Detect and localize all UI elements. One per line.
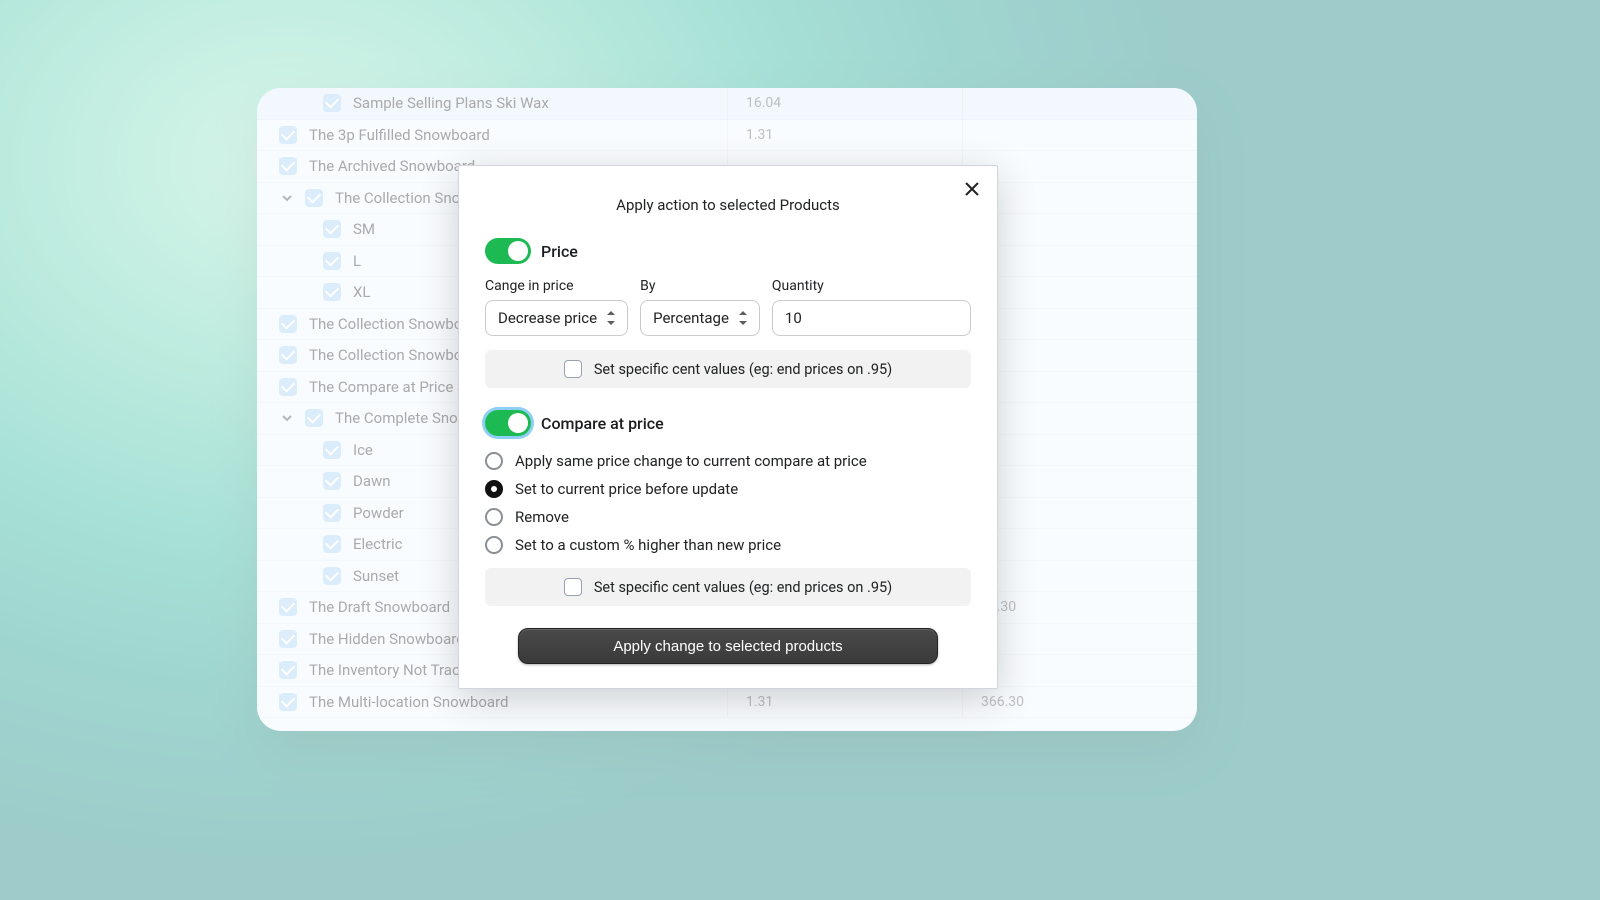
modal-title: Apply action to selected Products xyxy=(459,166,997,222)
radio-button[interactable] xyxy=(485,452,503,470)
apply-change-button[interactable]: Apply change to selected products xyxy=(518,628,938,664)
sort-icon xyxy=(607,311,617,325)
quantity-value: 10 xyxy=(785,309,802,327)
cents-option-bar: Set specific cent values (eg: end prices… xyxy=(485,350,971,388)
quantity-input[interactable]: 10 xyxy=(772,300,971,336)
radio-button[interactable] xyxy=(485,480,503,498)
by-value: Percentage xyxy=(653,309,729,327)
apply-action-modal: Apply action to selected Products Price … xyxy=(458,165,998,689)
cents-label: Set specific cent values (eg: end prices… xyxy=(594,361,892,378)
compare-radio-option[interactable]: Apply same price change to current compa… xyxy=(485,452,971,470)
quantity-label: Quantity xyxy=(772,278,971,294)
cents-label-compare: Set specific cent values (eg: end prices… xyxy=(594,579,892,596)
by-label: By xyxy=(640,278,760,294)
change-in-price-value: Decrease price xyxy=(498,309,597,327)
compare-radio-option[interactable]: Set to current price before update xyxy=(485,480,971,498)
close-icon xyxy=(964,181,980,197)
radio-label: Remove xyxy=(515,508,569,526)
change-in-price-label: Cange in price xyxy=(485,278,628,294)
compare-at-price-radios: Apply same price change to current compa… xyxy=(485,452,971,554)
cents-checkbox[interactable] xyxy=(564,360,582,378)
compare-radio-option[interactable]: Remove xyxy=(485,508,971,526)
radio-button[interactable] xyxy=(485,536,503,554)
close-button[interactable] xyxy=(961,178,983,200)
price-toggle-label: Price xyxy=(541,242,578,261)
radio-label: Apply same price change to current compa… xyxy=(515,452,867,470)
radio-label: Set to current price before update xyxy=(515,480,738,498)
cents-checkbox-compare[interactable] xyxy=(564,578,582,596)
cents-option-bar-compare: Set specific cent values (eg: end prices… xyxy=(485,568,971,606)
compare-at-price-toggle-label: Compare at price xyxy=(541,414,664,433)
by-select[interactable]: Percentage xyxy=(640,300,760,336)
sort-icon xyxy=(739,311,749,325)
compare-at-price-toggle[interactable] xyxy=(485,410,531,436)
radio-button[interactable] xyxy=(485,508,503,526)
change-in-price-select[interactable]: Decrease price xyxy=(485,300,628,336)
compare-radio-option[interactable]: Set to a custom % higher than new price xyxy=(485,536,971,554)
radio-label: Set to a custom % higher than new price xyxy=(515,536,781,554)
price-toggle[interactable] xyxy=(485,238,531,264)
